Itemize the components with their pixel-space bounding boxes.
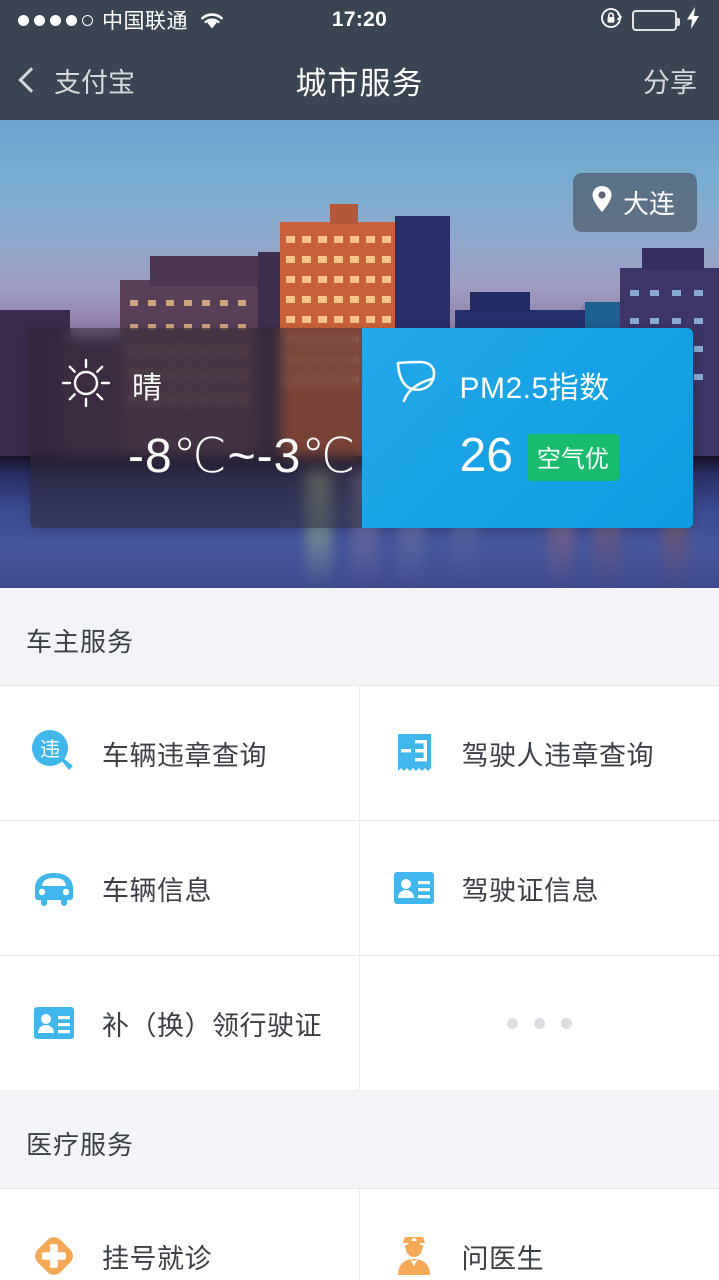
service-item-label: 车辆信息	[102, 875, 212, 906]
pm25-value: 26	[459, 429, 513, 482]
app-screen: 中国联通 17:20 支付宝 城市服务 分享 大连 晴 -8℃~-3℃ PM2.…	[0, 0, 719, 1280]
service-item-vehicle-info[interactable]: 车辆信息	[0, 821, 360, 956]
weather-card-bottom: -8℃~-3℃	[58, 428, 362, 484]
violation-search-icon: 违	[28, 727, 80, 779]
status-bar: 中国联通 17:20	[0, 0, 719, 40]
weather-cards: 晴 -8℃~-3℃ PM2.5指数 26 空气优	[30, 328, 693, 528]
air-quality-badge: 空气优	[526, 434, 619, 481]
pm25-title: PM2.5指数	[459, 372, 610, 405]
penalty-ticket-icon	[388, 727, 440, 779]
service-item-more[interactable]	[359, 956, 719, 1091]
medical-cross-icon	[28, 1230, 80, 1280]
weather-card[interactable]: 晴 -8℃~-3℃	[30, 328, 362, 528]
city-selector-label: 大连	[622, 189, 675, 219]
service-grid-medical: 挂号就诊 问医生	[0, 1189, 719, 1280]
service-item-label: 问医生	[461, 1243, 544, 1274]
pm25-card-top: PM2.5指数	[390, 354, 694, 416]
service-item-ask-doctor[interactable]: 问医生	[359, 1189, 719, 1280]
status-bar-left: 中国联通	[18, 5, 225, 35]
service-item-label: 补（换）领行驶证	[102, 1010, 322, 1041]
service-grid-vehicle: 违 车辆违章查询 驾驶人违章查询 车辆信息 驾驶证信息 补（换）领行驶证	[0, 686, 719, 1091]
back-button-label: 支付宝	[54, 67, 135, 98]
id-card-icon	[28, 997, 80, 1049]
sun-icon	[58, 355, 114, 416]
doctor-icon	[388, 1230, 440, 1280]
leaf-icon	[390, 357, 442, 414]
chevron-left-icon	[18, 67, 44, 93]
service-item-appointment-registration[interactable]: 挂号就诊	[0, 1189, 360, 1280]
pm25-card-bottom: 26 空气优	[390, 428, 694, 485]
service-item-vehicle-violation-search[interactable]: 违 车辆违章查询	[0, 686, 360, 821]
battery-icon	[632, 9, 680, 31]
svg-text:违: 违	[40, 737, 60, 761]
service-item-label: 车辆违章查询	[102, 740, 267, 771]
signal-strength-icon	[18, 14, 93, 26]
wifi-icon	[199, 10, 225, 30]
share-button[interactable]: 分享	[643, 61, 697, 100]
city-selector-button[interactable]: 大连	[572, 173, 697, 232]
navigation-bar: 支付宝 城市服务 分享	[0, 40, 719, 120]
city-banner: 大连 晴 -8℃~-3℃ PM2.5指数 26 空气优	[0, 120, 719, 588]
more-dots-icon	[506, 1017, 572, 1029]
section-title-medical-services: 医疗服务	[0, 1091, 719, 1189]
service-item-label: 驾驶证信息	[461, 875, 599, 906]
service-item-replace-vehicle-license[interactable]: 补（换）领行驶证	[0, 956, 360, 1091]
location-pin-icon	[591, 185, 613, 220]
lightning-bolt-icon	[685, 6, 701, 35]
weather-card-top: 晴	[58, 354, 362, 416]
service-item-label: 驾驶人违章查询	[461, 740, 654, 771]
pm25-card[interactable]: PM2.5指数 26 空气优	[361, 328, 694, 528]
service-item-driver-violation-search[interactable]: 驾驶人违章查询	[359, 686, 719, 821]
weather-condition: 晴	[132, 372, 163, 405]
service-item-driver-license-info[interactable]: 驾驶证信息	[359, 821, 719, 956]
status-bar-right	[600, 6, 701, 35]
back-button[interactable]: 支付宝	[18, 61, 135, 100]
car-icon	[28, 862, 80, 914]
service-item-label: 挂号就诊	[102, 1243, 212, 1274]
id-card-icon	[388, 862, 440, 914]
carrier-name: 中国联通	[102, 10, 188, 33]
rotation-lock-icon	[600, 6, 624, 35]
section-title-vehicle-services: 车主服务	[0, 588, 719, 686]
temperature-range: -8℃~-3℃	[128, 430, 357, 483]
